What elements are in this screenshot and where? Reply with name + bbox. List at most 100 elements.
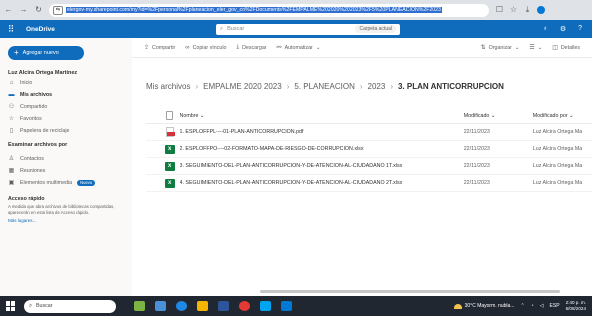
breadcrumb-item[interactable]: 2023: [368, 82, 386, 91]
search-box[interactable]: ⌕ Buscar Carpeta actual: [216, 23, 400, 35]
outlook-icon[interactable]: [218, 301, 229, 311]
nav-item-my-files[interactable]: ▬ Mis archivos: [8, 89, 126, 100]
url-text[interactable]: elergov-my.sharepoint.com/my?id=%2Fperso…: [66, 7, 442, 13]
chrome-icon[interactable]: [239, 301, 250, 311]
chevron-right-icon: ›: [390, 82, 393, 91]
copilot-icon[interactable]: ♁: [543, 25, 548, 33]
horizontal-scrollbar[interactable]: [260, 290, 560, 293]
nav-item-favorites[interactable]: ☆ Favoritos: [8, 113, 126, 124]
excel-file-icon: x: [164, 178, 175, 188]
help-icon[interactable]: ?: [578, 25, 582, 33]
modified-header-label: Modificado: [463, 112, 490, 119]
nav-item-label: Inicio: [20, 79, 33, 86]
breadcrumb-item[interactable]: Mis archivos: [146, 82, 190, 91]
trash-icon: ▯: [9, 128, 14, 134]
nav-item-label: Favoritos: [20, 115, 42, 122]
modified-date: 22/11/2023: [463, 163, 490, 169]
file-name[interactable]: 3. SEGUIMIENTO-DEL-PLAN-ANTICORRUPCION-Y…: [180, 163, 464, 169]
quick-access-title: Acceso rápido: [8, 196, 45, 202]
person-icon: ♙: [8, 156, 15, 162]
details-label: Detalles: [560, 44, 580, 51]
details-button[interactable]: ◫ Detalles: [552, 44, 580, 52]
reload-icon[interactable]: ↻: [34, 6, 43, 15]
weather-icon: [453, 303, 462, 309]
clock[interactable]: 2:40 p. m. 5/08/2024: [566, 300, 586, 312]
address-bar[interactable]: ⇆ elergov-my.sharepoint.com/my?id=%2Fper…: [49, 3, 489, 17]
download-icon[interactable]: ⤓: [523, 6, 532, 15]
taskbar-search-input[interactable]: Buscar: [36, 303, 53, 309]
weather-widget[interactable]: 30°C Mayorm. nubla...: [453, 303, 514, 309]
add-new-label: Agregar nuevo: [22, 50, 59, 56]
table-row[interactable]: x 2. ESPLOFFPO----02-FORMATO-MAPA-DE-RIE…: [146, 141, 592, 158]
name-header-label: Nombre: [179, 112, 199, 119]
copy-link-button[interactable]: ∞ Copiar vínculo: [185, 45, 226, 51]
nav-item-home[interactable]: ⌂ Inicio: [8, 77, 126, 88]
more-places-link[interactable]: Más lugares...: [8, 218, 126, 223]
modified-by-column-header[interactable]: Modificado por ⌄: [533, 113, 592, 119]
share-button[interactable]: ⇪ Compartir: [144, 44, 176, 52]
chevron-right-icon: ›: [359, 82, 363, 91]
modified-by: Luz Alcira Ortega Ma: [532, 146, 583, 152]
file-name[interactable]: 2. ESPLOFFPO----02-FORMATO-MAPA-DE-RIESG…: [180, 146, 464, 152]
nav-item-meetings[interactable]: ▦ Reuniones: [8, 165, 126, 176]
app-name[interactable]: OneDrive: [26, 26, 186, 33]
taskbar-search[interactable]: ⌕ Buscar: [24, 299, 116, 313]
extension-icon[interactable]: [537, 6, 545, 14]
site-info-icon[interactable]: ⇆: [53, 5, 63, 15]
file-type-header[interactable]: [160, 111, 180, 120]
nav-item-label: Papelera de reciclaje: [20, 127, 70, 134]
table-header: Nombre ⌄ Modificado ⌄ Modificado por ⌄: [146, 108, 592, 124]
nav-item-shared[interactable]: ⚇ Compartido: [8, 101, 126, 112]
nav-item-label: Reuniones: [20, 167, 46, 174]
share-label: Compartir: [152, 44, 176, 51]
back-icon[interactable]: ←: [4, 6, 13, 15]
file-name[interactable]: 4. SEGUIMIENTO-DEL-PLAN-ANTICORRUPCION-Y…: [180, 180, 464, 186]
browse-section-title: Examinar archivos por: [8, 142, 68, 148]
view-options-button[interactable]: ☰ ⌄: [529, 44, 542, 52]
nav-item-media[interactable]: ▣ Elementos multimedia Nuevo: [8, 177, 126, 188]
modified-date: 22/11/2023: [463, 146, 490, 152]
file-explorer-icon[interactable]: [197, 301, 208, 311]
windows-start-icon[interactable]: [6, 301, 16, 311]
task-view-icon[interactable]: [155, 301, 166, 311]
network-icon[interactable]: ◔: [531, 303, 534, 309]
sort-icon: ⇅: [480, 45, 486, 51]
breadcrumb-current: 3. PLAN ANTICORRUPCION: [397, 82, 504, 91]
modified-date: 22/11/2023: [463, 129, 490, 135]
taskbar: ⌕ Buscar 30°C Mayorm. nubla... ⌃ ◔ ◁ ESP…: [0, 296, 592, 316]
left-navigation: + Agregar nuevo Luz Alcira Ortega Martín…: [0, 38, 132, 296]
table-row[interactable]: x 3. SEGUIMIENTO-DEL-PLAN-ANTICORRUPCION…: [146, 158, 592, 175]
app-icon[interactable]: [281, 301, 292, 311]
settings-icon[interactable]: ⚙: [560, 25, 566, 33]
new-badge: Nuevo: [77, 179, 96, 186]
edge-browser-icon[interactable]: [176, 301, 187, 311]
nav-item-label: Mis archivos: [20, 91, 53, 98]
sort-button[interactable]: ⇅ Organizar ⌄: [480, 44, 520, 52]
search-scope[interactable]: Carpeta actual: [355, 25, 396, 33]
name-column-header[interactable]: Nombre ⌄: [180, 113, 464, 119]
language-indicator[interactable]: ESP: [550, 303, 560, 309]
widgets-icon[interactable]: [134, 301, 145, 311]
download-button[interactable]: ⤓ Descargar: [236, 44, 266, 51]
bookmark-star-icon[interactable]: ☆: [509, 6, 518, 15]
tab-search-icon[interactable]: ☐: [495, 6, 504, 15]
search-input[interactable]: Buscar: [227, 26, 244, 32]
store-icon[interactable]: [260, 301, 271, 311]
tray-chevron-up-icon[interactable]: ⌃: [520, 303, 524, 309]
user-name: Luz Alcira Ortega Martínez: [8, 70, 78, 76]
nav-item-recycle-bin[interactable]: ▯ Papelera de reciclaje: [8, 125, 126, 136]
table-row[interactable]: 1. ESPLOFFPL----01-PLAN-ANTICORRUPCION.p…: [146, 124, 592, 141]
modified-column-header[interactable]: Modificado ⌄: [464, 113, 533, 119]
star-icon: ☆: [8, 116, 15, 122]
file-name[interactable]: 1. ESPLOFFPL----01-PLAN-ANTICORRUPCION.p…: [180, 129, 464, 135]
add-new-button[interactable]: + Agregar nuevo: [8, 46, 84, 60]
automate-button[interactable]: ⚯ Automatizar ⌄: [277, 44, 321, 52]
volume-icon[interactable]: ◁: [540, 303, 544, 309]
forward-icon[interactable]: →: [19, 6, 28, 15]
breadcrumb-item[interactable]: EMPALME 2020 2023: [203, 82, 282, 91]
nav-item-contacts[interactable]: ♙ Contactos: [8, 153, 126, 164]
chevron-right-icon: ›: [286, 82, 290, 91]
breadcrumb-item[interactable]: 5. PLANEACION: [294, 82, 354, 91]
app-launcher-icon[interactable]: ⠿: [0, 20, 22, 38]
table-row[interactable]: x 4. SEGUIMIENTO-DEL-PLAN-ANTICORRUPCION…: [146, 175, 592, 192]
